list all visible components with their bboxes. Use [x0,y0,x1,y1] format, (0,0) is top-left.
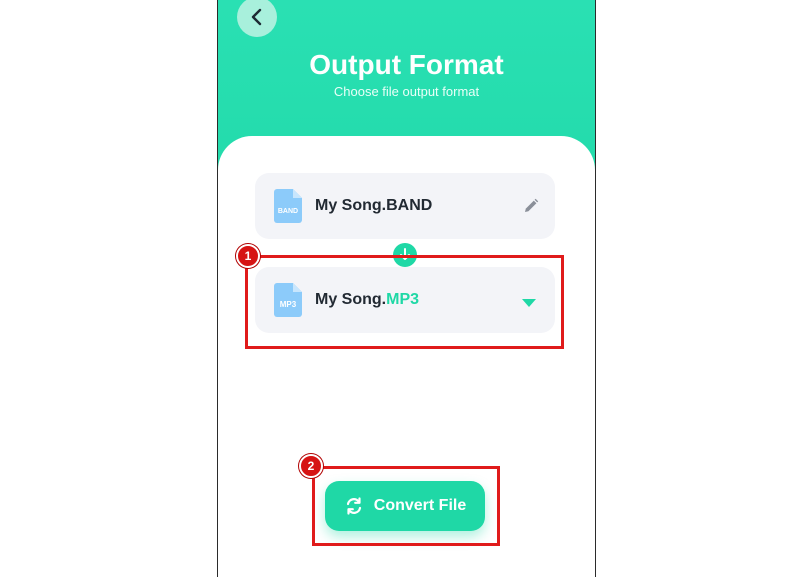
back-button[interactable] [237,0,277,37]
band-file-icon: BAND [274,189,302,223]
page-subtitle: Choose file output format [333,84,480,99]
step-badge-1: 1 [236,244,260,268]
source-file-name: My Song.BAND [315,197,433,214]
source-file-card: BAND My Song.BAND [255,173,555,239]
pencil-icon[interactable] [523,198,539,219]
highlight-output-format [245,255,564,349]
step-badge-2: 2 [299,454,323,478]
chevron-left-icon [251,8,262,26]
band-icon-label: BAND [278,208,298,215]
page-title: Output Format [309,49,504,80]
highlight-convert-button [312,466,500,546]
